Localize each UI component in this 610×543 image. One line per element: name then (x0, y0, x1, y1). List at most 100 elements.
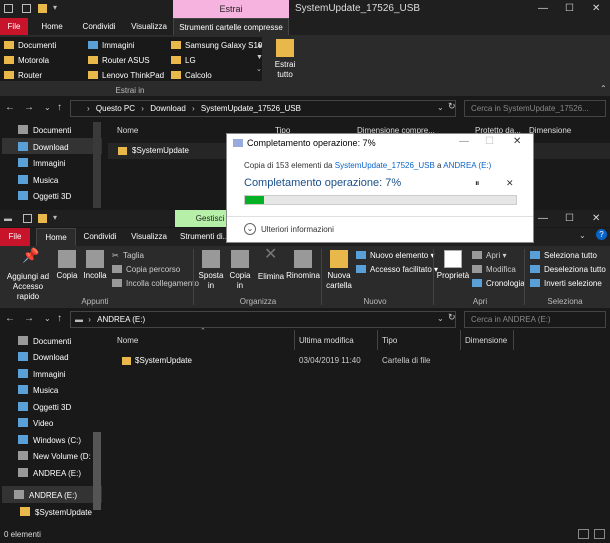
minimize-icon[interactable]: — (538, 3, 548, 14)
forward-icon[interactable]: → (24, 102, 34, 113)
up-icon[interactable]: ↑ (57, 102, 62, 113)
tab-strumenti-cartelle-compresse[interactable]: Strumenti cartelle compresse (173, 18, 289, 35)
address-bar[interactable]: ▬ › ANDREA (E:) (70, 311, 456, 328)
pause-button[interactable]: ⏸ (475, 178, 480, 189)
paste-button[interactable]: Incolla (82, 250, 108, 281)
cut-button[interactable]: ✂ Taglia (112, 251, 144, 260)
column-nome[interactable]: Nome (117, 336, 138, 345)
tab-home[interactable]: Home (36, 228, 76, 246)
tab-strumenti-unita[interactable]: Strumenti di... (180, 228, 230, 246)
maximize-icon[interactable]: ☐ (565, 213, 574, 224)
tab-condividi[interactable]: Condividi (76, 18, 122, 35)
rename-button[interactable]: Rinomina (286, 250, 320, 281)
sidebar-item-video[interactable]: Video (18, 418, 53, 428)
search-input[interactable]: Cerca in SystemUpdate_17526... (464, 100, 606, 117)
tab-visualizza[interactable]: Visualizza (126, 228, 172, 246)
maximize-icon[interactable]: ☐ (565, 3, 574, 14)
copy-path-button[interactable]: Copia percorso (112, 265, 180, 274)
sidebar-item-oggetti-3d[interactable]: Oggetti 3D (18, 402, 71, 412)
sidebar-item-download[interactable]: Download (18, 142, 69, 152)
minimize-icon[interactable]: — (459, 136, 469, 147)
tab-file[interactable]: File (0, 18, 28, 35)
address-dropdown-icon[interactable]: ⌄ (437, 103, 444, 112)
tab-visualizza[interactable]: Visualizza (126, 18, 172, 35)
sidebar-scrollbar[interactable] (93, 432, 101, 510)
invert-selection-button[interactable]: Inverti selezione (530, 279, 602, 288)
extract-all-button[interactable]: Estrai tutto (272, 39, 298, 80)
back-icon[interactable]: ← (5, 102, 15, 113)
new-folder-button[interactable]: Nuova cartella (324, 250, 354, 291)
sidebar-scrollbar[interactable] (93, 122, 101, 208)
new-item-button[interactable]: Nuovo elemento ▾ (356, 251, 435, 260)
recent-dropdown-icon[interactable]: ⌄ (44, 314, 51, 323)
quick-access-icon[interactable] (4, 4, 13, 13)
select-all-button[interactable]: Seleziona tutto (530, 251, 597, 260)
sidebar-item-immagini[interactable]: Immagini (18, 158, 65, 168)
sidebar-item-musica[interactable]: Musica (18, 385, 58, 395)
large-icons-view-icon[interactable] (594, 529, 605, 539)
breadcrumb-andrea[interactable]: ANDREA (E:) (97, 315, 145, 324)
location-motorola[interactable]: Motorola (4, 56, 49, 65)
minimize-icon[interactable]: — (538, 213, 548, 224)
new-folder-icon[interactable] (38, 214, 47, 223)
sidebar-item-andrea-e-root[interactable]: ANDREA (E:) (14, 490, 77, 500)
copy-to-button[interactable]: Copia in (228, 250, 252, 291)
sidebar-item-oggetti-3d[interactable]: Oggetti 3D (18, 191, 71, 201)
move-to-button[interactable]: Sposta in (198, 250, 224, 291)
column-divider[interactable] (377, 330, 378, 350)
search-input[interactable]: Cerca in ANDREA (E:) (464, 311, 606, 328)
tab-file[interactable]: File (0, 228, 30, 246)
column-divider[interactable] (460, 330, 461, 350)
paste-shortcut-button[interactable]: Incolla collegamento (112, 279, 199, 288)
close-icon[interactable]: ✕ (513, 136, 521, 147)
location-lenovo[interactable]: Lenovo ThinkPad (88, 71, 164, 80)
location-samsung[interactable]: Samsung Galaxy S10 (171, 41, 262, 50)
column-dimensione[interactable]: Dimensione (465, 336, 507, 345)
tab-home[interactable]: Home (34, 18, 70, 35)
sidebar-item-musica[interactable]: Musica (18, 175, 58, 185)
qa-dropdown-icon[interactable]: ▾ (53, 213, 57, 222)
column-tipo[interactable]: Tipo (382, 336, 397, 345)
easy-access-button[interactable]: Accesso facilitato ▾ (356, 265, 438, 274)
edit-button[interactable]: Modifica (472, 265, 516, 274)
cancel-button[interactable]: ✕ (506, 178, 514, 189)
pin-quick-access-button[interactable]: 📌 Aggiungi ad Accesso rapido (2, 248, 54, 302)
sidebar-item-windows-c[interactable]: Windows (C:) (18, 435, 81, 445)
sidebar-item-systemupdate[interactable]: $SystemUpdate (20, 507, 92, 517)
help-icon[interactable]: ? (596, 229, 607, 240)
breadcrumb-download[interactable]: Download (150, 104, 186, 113)
location-documenti[interactable]: Documenti (4, 41, 56, 50)
location-immagini[interactable]: Immagini (88, 41, 134, 50)
properties-icon[interactable] (23, 214, 32, 223)
sidebar-item-download[interactable]: Download (18, 352, 69, 362)
sidebar-item-immagini[interactable]: Immagini (18, 369, 65, 379)
location-lg[interactable]: LG (171, 56, 196, 65)
sidebar-item-new-volume-d[interactable]: New Volume (D: (18, 451, 91, 461)
up-icon[interactable]: ↑ (57, 313, 62, 324)
delete-button[interactable]: ✕ Elimina (256, 247, 286, 282)
history-button[interactable]: Cronologia (472, 279, 525, 288)
expand-chevron-icon[interactable]: ⌄ (244, 223, 256, 235)
breadcrumb-questo-pc[interactable]: Questo PC (96, 104, 135, 113)
location-calcolo[interactable]: Calcolo (171, 71, 212, 80)
expand-ribbon-icon[interactable]: ⌄ (579, 231, 586, 240)
refresh-icon[interactable]: ↻ (448, 101, 456, 112)
back-icon[interactable]: ← (5, 313, 15, 324)
destination-link[interactable]: ANDREA (E:) (443, 161, 491, 170)
gallery-scroll-icon[interactable]: ▲ ▼ ⌄ (256, 40, 263, 76)
column-nome[interactable]: Nome (117, 126, 138, 135)
address-dropdown-icon[interactable]: ⌄ (437, 314, 444, 323)
column-divider[interactable] (513, 330, 514, 350)
location-router[interactable]: Router (4, 71, 42, 80)
more-info-link[interactable]: Ulteriori informazioni (261, 225, 334, 234)
select-none-button[interactable]: Deseleziona tutto (530, 265, 606, 274)
details-view-icon[interactable] (578, 529, 589, 539)
copy-button[interactable]: Copia (56, 250, 78, 281)
properties-icon[interactable] (22, 4, 31, 13)
sidebar-item-documenti[interactable]: Documenti (18, 336, 71, 346)
properties-button[interactable]: Proprietà (436, 250, 470, 281)
location-router-asus[interactable]: Router ASUS (88, 56, 150, 65)
column-divider[interactable] (294, 330, 295, 350)
tab-condividi[interactable]: Condividi (80, 228, 120, 246)
column-ultima-modifica[interactable]: Ultima modifica (299, 336, 354, 345)
